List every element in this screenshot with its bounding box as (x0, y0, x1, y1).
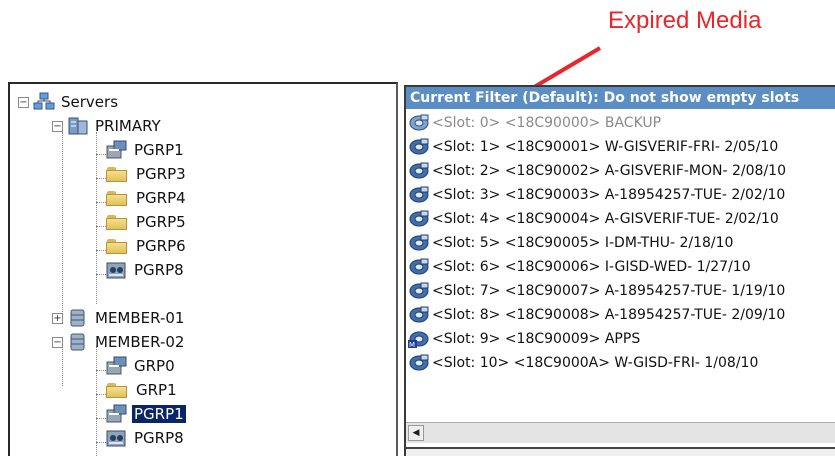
slot-row[interactable]: <Slot: 7> <18C90007> A-18954257-TUE- 1/1… (406, 279, 835, 303)
slot-row[interactable]: M <Slot: 9> <18C90009> APPS (406, 327, 835, 351)
policy-group-icon (106, 356, 127, 375)
slot-label: <Slot: 9> <18C90009> APPS (432, 331, 641, 347)
folder-icon (106, 238, 128, 254)
tape-icon (409, 354, 429, 371)
tree-node-pgrp3[interactable]: PGRP3 (106, 162, 188, 186)
slot-label: <Slot: 2> <18C90002> A-GISVERIF-MON- 2/0… (432, 163, 786, 179)
tape-icon (409, 138, 429, 155)
tape-group-icon (106, 430, 126, 447)
tree-node-label: PGRP8 (134, 261, 184, 279)
tree-node-label: MEMBER-01 (95, 309, 185, 327)
tree-node-label: MEMBER-02 (95, 333, 185, 351)
tape-icon (409, 282, 429, 299)
folder-icon (106, 166, 128, 182)
slot-row[interactable]: <Slot: 5> <18C90005> I-DM-THU- 2/18/10 (406, 231, 835, 255)
tree-node-member-02[interactable]: − MEMBER-02 (52, 330, 186, 354)
tape-icon (409, 162, 429, 179)
tape-icon (409, 306, 429, 323)
slot-label: <Slot: 8> <18C90008> A-18954257-TUE- 2/0… (432, 307, 786, 323)
policy-group-icon (106, 404, 127, 423)
tree-node-servers[interactable]: − Servers (18, 90, 120, 114)
slot-list: <Slot: 0> <18C90000> BACKUP <Slot: 1> <1… (406, 111, 835, 375)
tape-icon (409, 114, 429, 131)
tree-node-primary[interactable]: − PRIMARY (52, 114, 163, 138)
tree-node-pgrp8[interactable]: PGRP8 (106, 258, 186, 282)
tree-node-pgrp5[interactable]: PGRP5 (106, 210, 188, 234)
slot-label: <Slot: 5> <18C90005> I-DM-THU- 2/18/10 (432, 235, 734, 251)
tree-node-label: PGRP1 (132, 405, 186, 423)
server-tree-pane: − Servers − PRIMARY PGRP1 PGRP3 PGRP4 PG… (8, 82, 398, 456)
tree-node-label: Servers (61, 93, 119, 111)
slot-row[interactable]: <Slot: 8> <18C90008> A-18954257-TUE- 2/0… (406, 303, 835, 327)
server-icon (68, 117, 88, 135)
tape-icon (409, 186, 429, 203)
collapse-icon[interactable]: − (52, 120, 63, 132)
slot-label: <Slot: 7> <18C90007> A-18954257-TUE- 1/1… (432, 283, 786, 299)
slot-list-pane: Current Filter (Default): Do not show em… (404, 85, 835, 456)
tape-group-icon (106, 262, 126, 279)
slot-row[interactable]: <Slot: 10> <18C9000A> W-GISD-FRI- 1/08/1… (406, 351, 835, 375)
folder-icon (106, 382, 128, 398)
tree-node-grp1[interactable]: GRP1 (106, 378, 179, 402)
tree-node-label: PGRP1 (134, 141, 184, 159)
tree-node-pgrp8-member[interactable]: PGRP8 (106, 426, 186, 450)
slot-label: <Slot: 0> <18C90000> BACKUP (432, 115, 662, 131)
collapse-icon[interactable]: − (52, 336, 63, 348)
tree-node-pgrp1-selected[interactable]: PGRP1 (106, 402, 186, 426)
tree-node-label: PGRP4 (136, 189, 186, 207)
policy-group-icon (106, 140, 127, 159)
tree-node-pgrp4[interactable]: PGRP4 (106, 186, 188, 210)
slot-row[interactable]: <Slot: 4> <18C90004> A-GISVERIF-TUE- 2/0… (406, 207, 835, 231)
tape-m-icon: M (408, 331, 429, 349)
tree-node-label: PGRP3 (136, 165, 186, 183)
horizontal-scrollbar[interactable]: ◀ (406, 422, 835, 443)
slot-row[interactable]: <Slot: 2> <18C90002> A-GISVERIF-MON- 2/0… (406, 159, 835, 183)
scroll-left-icon[interactable]: ◀ (408, 425, 424, 441)
folder-icon (106, 190, 128, 206)
database-icon (70, 333, 85, 351)
svg-text:M: M (409, 341, 415, 349)
slot-label: <Slot: 6> <18C90006> I-GISD-WED- 1/27/10 (432, 259, 751, 275)
tree-node-pgrp6[interactable]: PGRP6 (106, 234, 188, 258)
tree-node-label: GRP1 (136, 381, 177, 399)
tree-node-label: PRIMARY (95, 117, 161, 135)
tape-icon (409, 258, 429, 275)
collapse-icon[interactable]: − (18, 96, 29, 108)
tape-icon (409, 234, 429, 251)
expand-icon[interactable]: + (52, 312, 63, 324)
folder-icon (106, 214, 128, 230)
tree-node-pgrp1[interactable]: PGRP1 (106, 138, 186, 162)
tree-node-label: PGRP6 (136, 237, 186, 255)
tree-node-label: PGRP8 (134, 429, 184, 447)
database-icon (70, 309, 85, 327)
slot-label: <Slot: 4> <18C90004> A-GISVERIF-TUE- 2/0… (432, 211, 779, 227)
tree-node-grp0[interactable]: GRP0 (106, 354, 177, 378)
tree-node-label: PGRP5 (136, 213, 186, 231)
slot-row[interactable]: <Slot: 1> <18C90001> W-GISVERIF-FRI- 2/0… (406, 135, 835, 159)
servers-icon (33, 92, 55, 110)
tape-icon (409, 210, 429, 227)
slot-label: <Slot: 10> <18C9000A> W-GISD-FRI- 1/08/1… (432, 355, 759, 371)
slot-label: <Slot: 1> <18C90001> W-GISVERIF-FRI- 2/0… (432, 139, 779, 155)
bottom-pane-edge (406, 447, 835, 456)
slot-row-expired[interactable]: <Slot: 0> <18C90000> BACKUP (406, 111, 835, 135)
tree-node-member-01[interactable]: + MEMBER-01 (52, 306, 186, 330)
slot-label: <Slot: 3> <18C90003> A-18954257-TUE- 2/0… (432, 187, 786, 203)
slot-row[interactable]: <Slot: 6> <18C90006> I-GISD-WED- 1/27/10 (406, 255, 835, 279)
filter-header: Current Filter (Default): Do not show em… (406, 87, 835, 109)
tree-node-label: GRP0 (134, 357, 175, 375)
slot-row[interactable]: <Slot: 3> <18C90003> A-18954257-TUE- 2/0… (406, 183, 835, 207)
